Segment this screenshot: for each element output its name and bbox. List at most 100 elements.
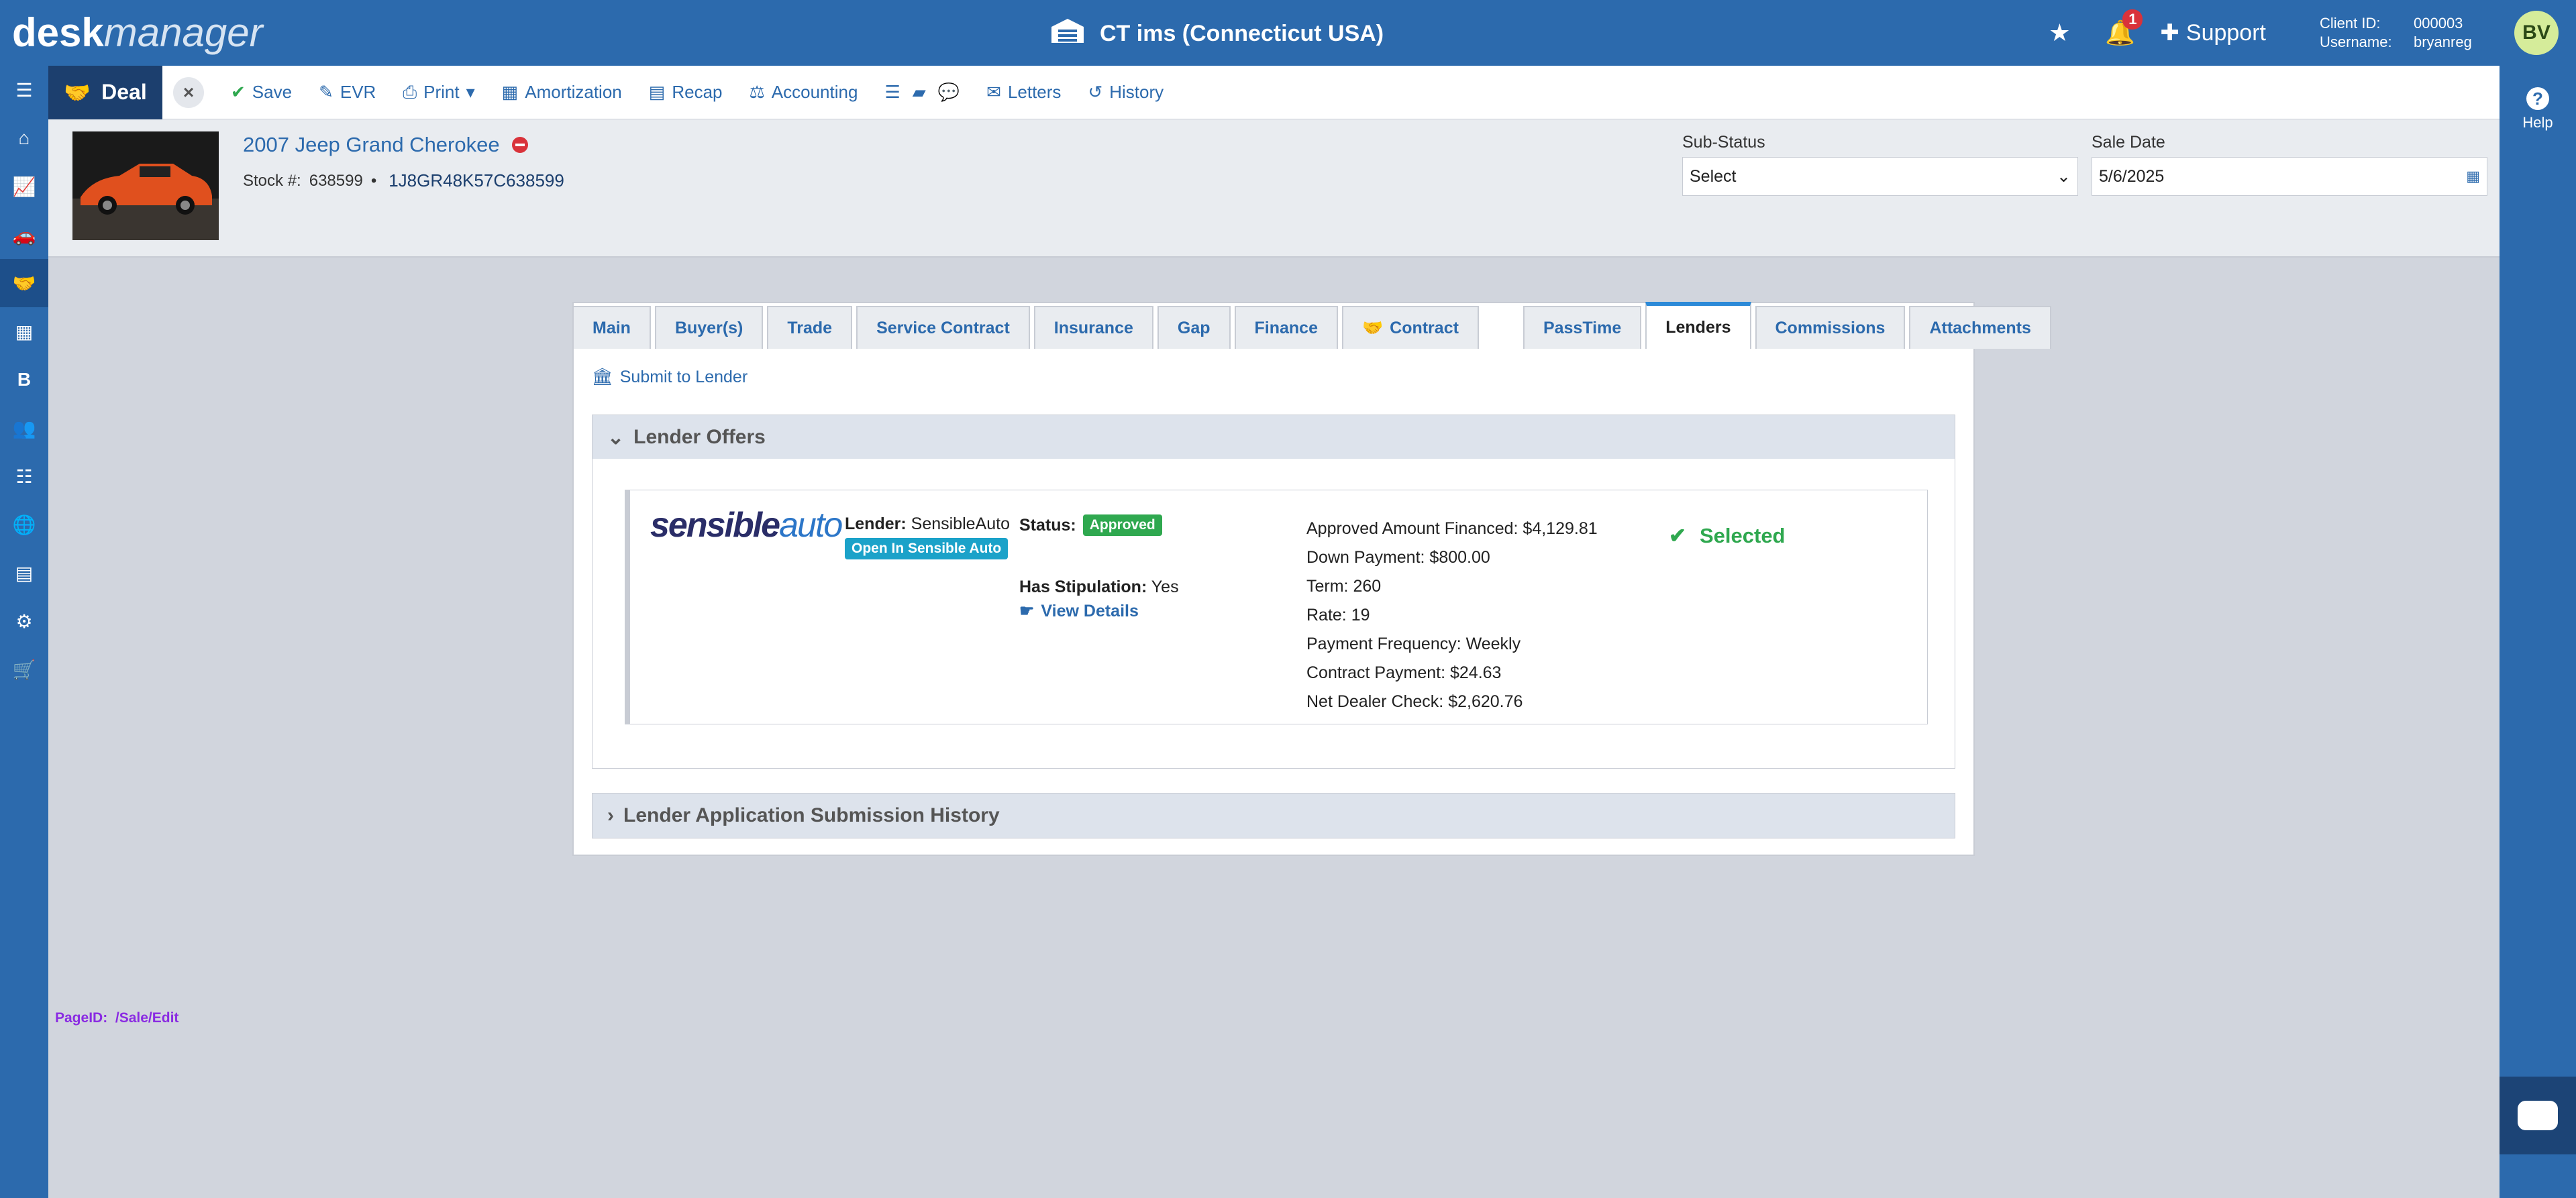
id-card-icon[interactable]: ▤ — [0, 549, 48, 597]
dealership-selector[interactable]: CT ims (Connecticut USA) — [1050, 17, 1384, 50]
globe-icon[interactable]: 🌐 — [0, 500, 48, 549]
approved-amount: Approved Amount Financed: $4,129.81 — [1306, 519, 1598, 538]
gear-icon[interactable]: ⚙ — [0, 597, 48, 645]
tab-attachments[interactable]: Attachments — [1909, 306, 2051, 349]
lender-offers-header[interactable]: ⌄ Lender Offers — [592, 415, 1955, 460]
bold-b-icon[interactable]: B — [0, 356, 48, 404]
comments-icon: 💬 — [937, 82, 960, 102]
cubes-icon[interactable]: ▦ — [0, 307, 48, 356]
selected-indicator: ✔ Selected — [1669, 524, 1786, 548]
history-label: History — [1109, 82, 1164, 102]
bell-icon[interactable]: 🔔 1 — [2100, 9, 2143, 47]
vehicle-title-link[interactable]: 2007 Jeep Grand Cherokee — [243, 133, 528, 157]
star-icon[interactable]: ★ — [2039, 19, 2079, 47]
deal-toolbar: 🤝 Deal × ✔ Save ✎ EVR ⎙ Print ▾ ▦ Amortization… — [48, 65, 2500, 119]
submit-to-lender-link[interactable]: 🏛 Submit to Lender — [592, 368, 748, 387]
car-icon[interactable]: 🚗 — [0, 211, 48, 259]
checklist-icon: ☰ — [884, 82, 900, 102]
users-icon[interactable]: 👥 — [0, 404, 48, 452]
support-button[interactable]: ✚ Support — [2160, 19, 2266, 46]
stipulation-block: Has Stipulation: Yes ☛ View Details — [1019, 575, 1179, 623]
help-label: Help — [2522, 114, 2553, 131]
amortization-label: Amortization — [525, 82, 622, 102]
medkit-icon: ✚ — [2160, 20, 2179, 46]
app-logo[interactable]: deskmanager — [12, 9, 263, 56]
term: Term: 260 — [1306, 577, 1382, 596]
view-details-label: View Details — [1041, 602, 1139, 620]
tab-lenders[interactable]: Lenders — [1645, 302, 1751, 349]
cart-icon[interactable]: 🛒 — [0, 645, 48, 694]
chat-button[interactable] — [2500, 1077, 2576, 1154]
payment-frequency: Payment Frequency: Weekly — [1306, 635, 1521, 653]
printer-icon: ⎙ — [403, 81, 417, 102]
client-id-value: 000003 — [2414, 15, 2463, 32]
username-label: Username: — [2320, 34, 2392, 50]
help-button[interactable]: ? Help — [2500, 87, 2576, 131]
notes-button[interactable]: ▰ — [913, 82, 926, 103]
recap-button[interactable]: ▤ Recap — [649, 82, 723, 103]
vehicle-title: 2007 Jeep Grand Cherokee — [243, 133, 500, 156]
tab-commissions[interactable]: Commissions — [1755, 306, 1906, 349]
evr-button[interactable]: ✎ EVR — [319, 82, 376, 103]
menu-icon[interactable]: ☰ — [0, 66, 48, 114]
comments-button[interactable]: 💬 — [938, 82, 960, 103]
view-details-link[interactable]: ☛ View Details — [1019, 599, 1179, 623]
save-button[interactable]: ✔ Save — [231, 82, 292, 103]
history-button[interactable]: ↺ History — [1088, 82, 1164, 103]
lender-offers-title: Lender Offers — [633, 426, 766, 448]
check-icon: ✔ — [231, 82, 246, 102]
tab-finance[interactable]: Finance — [1234, 306, 1338, 349]
right-bar: ? Help — [2500, 66, 2576, 1198]
list-icon[interactable]: ☷ — [0, 452, 48, 500]
tab-main[interactable]: Main — [572, 306, 651, 349]
calendar-icon[interactable]: ▦ — [2466, 168, 2480, 185]
deal-tab[interactable]: 🤝 Deal — [48, 65, 162, 119]
logo-desk: desk — [12, 10, 104, 55]
tab-trade[interactable]: Trade — [767, 306, 853, 349]
recap-label: Recap — [672, 82, 723, 102]
tab-contract[interactable]: 🤝 Contract — [1342, 306, 1479, 349]
page-id: PageID: /Sale/Edit — [55, 1010, 178, 1026]
amortization-button[interactable]: ▦ Amortization — [502, 82, 622, 103]
vehicle-header: 2007 Jeep Grand Cherokee Stock #: 638599… — [48, 119, 2500, 258]
handshake-icon: 🤝 — [1362, 318, 1384, 337]
home-icon[interactable]: ⌂ — [0, 114, 48, 162]
stipulation-label: Has Stipulation: — [1019, 578, 1147, 596]
lender-info: Lender: SensibleAuto Open In Sensible Au… — [845, 514, 1010, 559]
submission-history-header[interactable]: › Lender Application Submission History — [592, 793, 1955, 838]
submit-to-lender-label: Submit to Lender — [619, 368, 748, 386]
checklist-button[interactable]: ☰ — [884, 82, 900, 103]
accounting-button[interactable]: ⚖ Accounting — [749, 82, 858, 103]
net-dealer-check: Net Dealer Check: $2,620.76 — [1306, 692, 1523, 711]
handshake-icon[interactable]: 🤝 — [0, 259, 48, 307]
tab-insurance[interactable]: Insurance — [1033, 306, 1153, 349]
saledate-value: 5/6/2025 — [2099, 166, 2165, 186]
calendar-icon: ▦ — [501, 82, 519, 102]
status-label: Status: — [1019, 515, 1076, 535]
tab-gap[interactable]: Gap — [1157, 306, 1231, 349]
chat-bubble-icon — [2518, 1101, 2558, 1130]
substatus-select[interactable]: Select ⌄ — [1682, 157, 2078, 196]
chevron-down-icon: ⌄ — [2057, 167, 2071, 186]
close-button[interactable]: × — [173, 76, 204, 108]
tab-passtime[interactable]: PassTime — [1523, 306, 1642, 349]
deal-tabs: Main Buyer(s) Trade Service Contract Ins… — [572, 302, 2055, 349]
lender-offers-body: sensibleauto Lender: SensibleAuto Open I… — [592, 459, 1955, 769]
open-in-sensible-auto-button[interactable]: Open In Sensible Auto — [845, 538, 1009, 559]
logo-manager: manager — [103, 10, 263, 55]
print-button[interactable]: ⎙ Print ▾ — [403, 82, 474, 103]
stock-separator: • — [370, 171, 377, 190]
tab-service-contract[interactable]: Service Contract — [856, 306, 1030, 349]
deal-label: Deal — [101, 80, 147, 104]
tab-buyers[interactable]: Buyer(s) — [654, 306, 764, 349]
notification-badge: 1 — [2122, 9, 2143, 30]
substatus-label: Sub-Status — [1682, 133, 1765, 152]
saledate-input[interactable]: 5/6/2025 ▦ — [2092, 157, 2487, 196]
evr-label: EVR — [340, 82, 376, 102]
client-info: Client ID: 000003 Username: bryanreg — [2320, 14, 2508, 52]
letters-button[interactable]: ✉ Letters — [986, 82, 1061, 103]
vehicle-photo[interactable] — [72, 131, 219, 240]
avatar[interactable]: BV — [2514, 11, 2559, 55]
check-icon: ✔ — [1669, 524, 1686, 547]
chart-icon[interactable]: 📈 — [0, 162, 48, 211]
